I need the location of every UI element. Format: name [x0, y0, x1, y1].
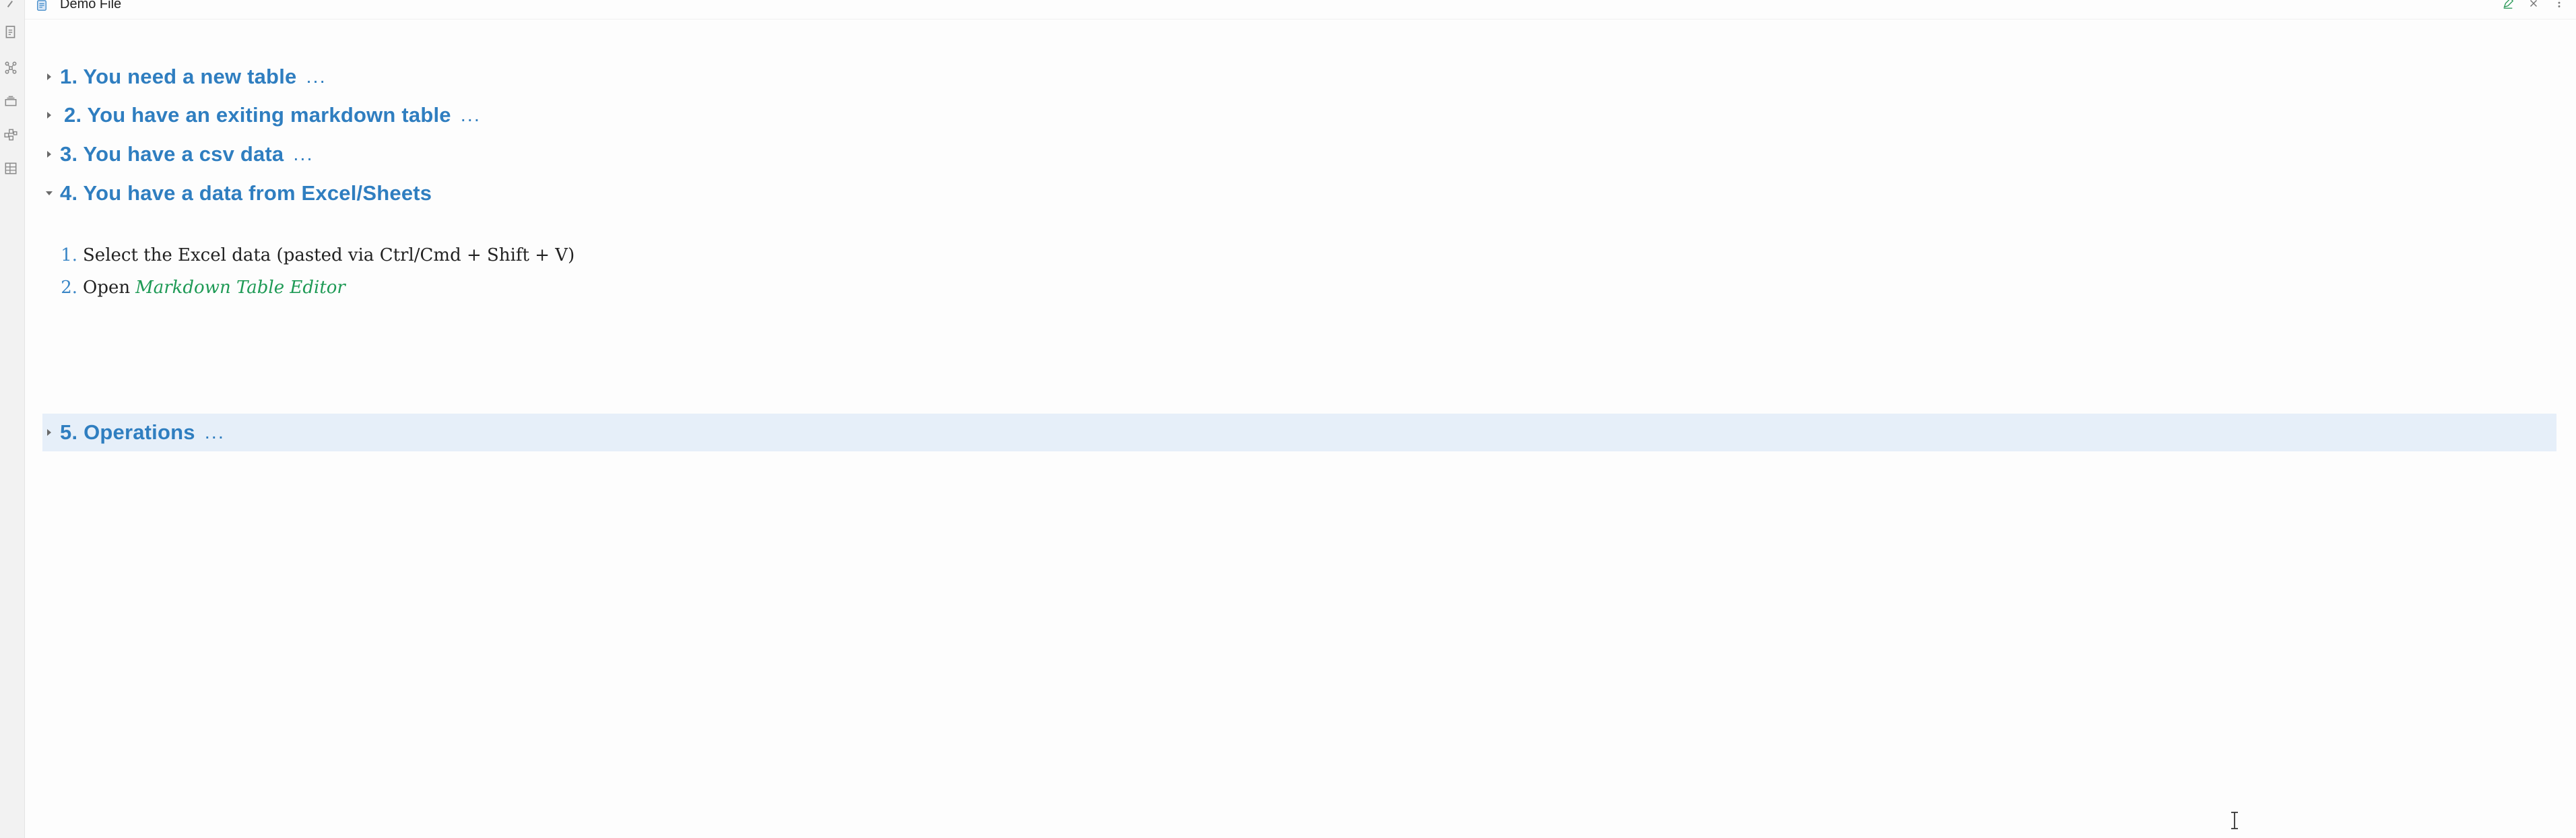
file-explorer-icon[interactable]: [3, 24, 19, 40]
list-item[interactable]: 2. Open Markdown Table Editor: [56, 278, 574, 310]
collapse-caret-icon[interactable]: [42, 108, 56, 122]
collapse-chevron-icon[interactable]: [3, 0, 19, 12]
tab-header: Demo File: [25, 0, 2576, 20]
heading-5[interactable]: 5. Operations ...: [42, 414, 2556, 451]
heading-4[interactable]: 4. You have a data from Excel/Sheets: [42, 174, 432, 212]
list-item-text: Open: [83, 278, 131, 298]
list-item-text: Select the Excel data (pasted via Ctrl/C…: [83, 245, 575, 265]
tab-actions: [2501, 0, 2567, 9]
heading-3-text: 3. You have a csv data: [60, 142, 284, 166]
app-window: Demo File 1. You need a new table ... 2.…: [0, 0, 2576, 838]
heading-2-text: 2. You have an exiting markdown table: [64, 103, 451, 127]
heading-2[interactable]: 2. You have an exiting markdown table ..…: [42, 96, 481, 134]
tab-title[interactable]: Demo File: [60, 0, 121, 12]
steps-list: 1. Select the Excel data (pasted via Ctr…: [56, 245, 574, 310]
collapsed-indicator[interactable]: ...: [205, 422, 225, 444]
list-number: 2.: [61, 278, 77, 298]
collapse-caret-icon[interactable]: [42, 70, 56, 84]
heading-1[interactable]: 1. You need a new table ...: [42, 58, 327, 96]
close-icon[interactable]: [2526, 0, 2541, 9]
canvas-icon[interactable]: [3, 127, 19, 143]
collapsed-indicator[interactable]: ...: [461, 104, 481, 127]
collapse-caret-icon[interactable]: [42, 426, 56, 439]
emphasis-text: Markdown Table Editor: [135, 278, 345, 298]
expand-caret-icon[interactable]: [42, 187, 56, 200]
list-item[interactable]: 1. Select the Excel data (pasted via Ctr…: [56, 245, 574, 278]
collapsed-indicator[interactable]: ...: [293, 143, 313, 166]
table-icon[interactable]: [3, 160, 19, 176]
text-cursor-icon: [2229, 811, 2240, 830]
heading-4-text: 4. You have a data from Excel/Sheets: [60, 181, 432, 205]
heading-1-text: 1. You need a new table: [60, 65, 297, 88]
heading-3[interactable]: 3. You have a csv data ...: [42, 135, 314, 173]
list-number: 1.: [61, 245, 77, 265]
document-icon: [34, 0, 49, 12]
edit-icon[interactable]: [2501, 0, 2515, 9]
left-ribbon: [0, 0, 25, 838]
editor-content[interactable]: 1. You need a new table ... 2. You have …: [25, 20, 2576, 838]
collapse-caret-icon[interactable]: [42, 148, 56, 161]
graph-view-icon[interactable]: [3, 59, 19, 75]
stacks-icon[interactable]: [3, 93, 19, 109]
heading-5-text: 5. Operations: [60, 420, 195, 444]
more-options-icon[interactable]: [2552, 0, 2567, 9]
collapsed-indicator[interactable]: ...: [306, 66, 326, 88]
